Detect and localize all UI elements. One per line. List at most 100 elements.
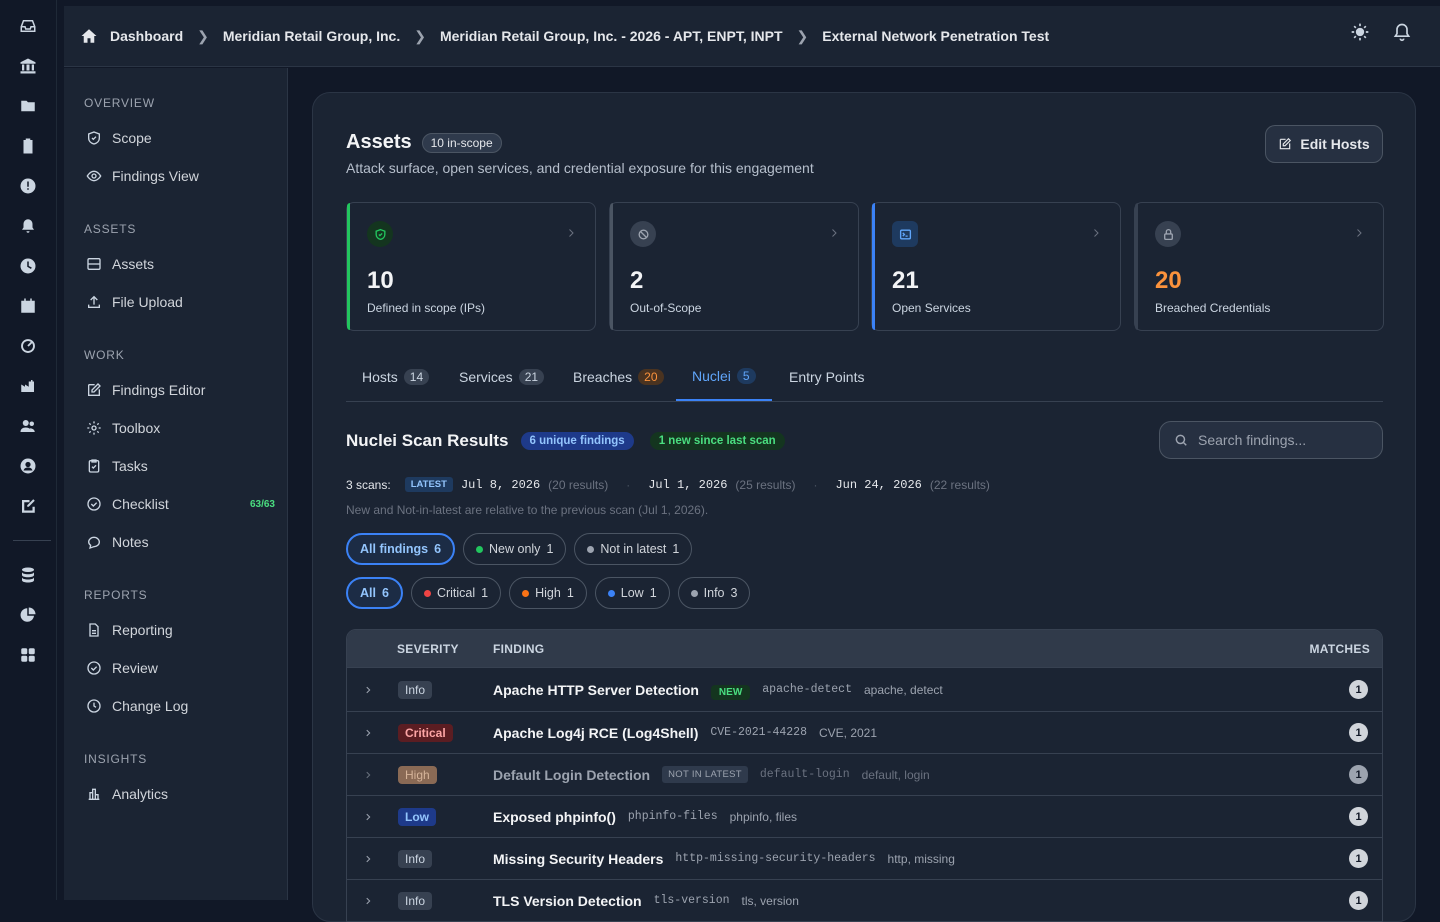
sun-icon[interactable] xyxy=(1350,22,1370,42)
match-count: 1 xyxy=(1349,680,1368,699)
table-row[interactable]: Critical Apache Log4j RCE (Log4Shell) CVE… xyxy=(347,711,1382,753)
tab-services[interactable]: Services 21 xyxy=(443,353,560,401)
sidebar: OVERVIEW Scope Findings View ASSETS Asse… xyxy=(64,68,288,900)
breadcrumb-dashboard[interactable]: Dashboard xyxy=(110,28,183,44)
chip-count: 3 xyxy=(730,586,738,600)
stat-card-breached-credentials[interactable]: 20 Breached Credentials xyxy=(1134,202,1384,331)
scan-date[interactable]: Jul 8, 2026 xyxy=(461,478,540,492)
search-box[interactable] xyxy=(1159,421,1383,459)
filter-not-in-latest[interactable]: Not in latest 1 xyxy=(574,533,693,565)
table-row[interactable]: Info Apache HTTP Server Detection NEW apac… xyxy=(347,667,1382,711)
tab-breaches[interactable]: Breaches 20 xyxy=(557,353,680,401)
sidebar-section-insights: INSIGHTS xyxy=(84,752,148,766)
filter-low[interactable]: Low 1 xyxy=(594,577,670,609)
search-input[interactable] xyxy=(1198,432,1368,448)
separator-dot: · xyxy=(813,477,818,492)
scan-date[interactable]: Jul 1, 2026 xyxy=(648,478,727,492)
sidebar-item-file-upload[interactable]: File Upload xyxy=(86,288,275,316)
sidebar-item-tasks[interactable]: Tasks xyxy=(86,452,275,480)
sidebar-item-label: Scope xyxy=(112,130,152,146)
template-id: phpinfo-files xyxy=(627,810,718,823)
chevron-right-icon[interactable] xyxy=(363,685,373,695)
chevron-right-icon[interactable] xyxy=(363,728,373,738)
tab-entry-points[interactable]: Entry Points xyxy=(773,353,880,401)
card-accent-bar xyxy=(872,203,875,330)
inbox-icon[interactable] xyxy=(17,15,39,37)
pie-chart-icon[interactable] xyxy=(17,604,39,626)
severity-badge: High xyxy=(398,765,437,784)
col-finding[interactable]: FINDING xyxy=(493,642,544,656)
user-circle-icon[interactable] xyxy=(17,455,39,477)
filter-all-severity[interactable]: All 6 xyxy=(346,577,403,609)
sidebar-item-analytics[interactable]: Analytics xyxy=(86,780,275,808)
calendar-icon[interactable] xyxy=(17,295,39,317)
folder-icon[interactable] xyxy=(17,95,39,117)
stat-label: Out-of-Scope xyxy=(630,301,702,315)
sidebar-item-reporting[interactable]: Reporting xyxy=(86,616,275,644)
tab-hosts[interactable]: Hosts 14 xyxy=(346,353,445,401)
scan-date[interactable]: Jun 24, 2026 xyxy=(835,478,921,492)
table-row[interactable]: Low Exposed phpinfo() phpinfo-files phpinf… xyxy=(347,795,1382,837)
sidebar-item-notes[interactable]: Notes xyxy=(86,528,275,556)
col-severity[interactable]: SEVERITY xyxy=(397,642,459,656)
clock-icon[interactable] xyxy=(17,255,39,277)
database-icon[interactable] xyxy=(17,564,39,586)
bank-icon[interactable] xyxy=(17,55,39,77)
tab-count: 20 xyxy=(638,369,664,385)
breadcrumb-client[interactable]: Meridian Retail Group, Inc. xyxy=(223,28,400,44)
clipboard-icon[interactable] xyxy=(17,135,39,157)
alert-icon[interactable] xyxy=(17,175,39,197)
factory-icon[interactable] xyxy=(17,375,39,397)
chevron-right-icon[interactable] xyxy=(363,812,373,822)
stat-value: 20 xyxy=(1155,267,1182,294)
gray-dot-icon xyxy=(690,589,698,597)
sidebar-item-findings-view[interactable]: Findings View xyxy=(86,162,275,190)
table-header: SEVERITY FINDING MATCHES xyxy=(347,630,1382,667)
breadcrumb-project[interactable]: Meridian Retail Group, Inc. - 2026 - APT… xyxy=(440,28,783,44)
tab-nuclei[interactable]: Nuclei 5 xyxy=(676,353,772,401)
edit-doc-icon[interactable] xyxy=(17,495,39,517)
radar-icon[interactable] xyxy=(17,335,39,357)
sidebar-item-scope[interactable]: Scope xyxy=(86,124,275,152)
chevron-right-icon[interactable] xyxy=(363,854,373,864)
table-row[interactable]: High Default Login Detection NOT IN LATES… xyxy=(347,753,1382,795)
chip-count: 1 xyxy=(672,542,680,556)
eye-icon xyxy=(86,168,102,184)
chip-label: Not in latest xyxy=(600,542,667,556)
latest-badge: LATEST xyxy=(404,477,453,492)
sidebar-item-toolbox[interactable]: Toolbox xyxy=(86,414,275,442)
sidebar-item-assets[interactable]: Assets xyxy=(86,250,275,278)
filter-new-only[interactable]: New only 1 xyxy=(463,533,567,565)
chevron-right-icon[interactable] xyxy=(363,896,373,906)
table-row[interactable]: Info Missing Security Headers http-missin… xyxy=(347,837,1382,879)
sidebar-item-checklist[interactable]: Checklist 63/63 xyxy=(86,490,275,518)
gray-dot-icon xyxy=(587,545,595,553)
template-id: http-missing-security-headers xyxy=(675,852,876,865)
chip-count: 6 xyxy=(381,586,389,600)
gear-icon xyxy=(86,420,102,436)
table-row[interactable]: Info TLS Version Detection tls-version tls… xyxy=(347,879,1382,921)
stat-value: 2 xyxy=(630,267,644,294)
stat-card-out-of-scope[interactable]: 2 Out-of-Scope xyxy=(609,202,859,331)
stat-label: Defined in scope (IPs) xyxy=(367,301,486,315)
sidebar-item-change-log[interactable]: Change Log xyxy=(86,692,275,720)
sidebar-item-findings-editor[interactable]: Findings Editor xyxy=(86,376,275,404)
stat-card-open-services[interactable]: 21 Open Services xyxy=(871,202,1121,331)
filter-high[interactable]: High 1 xyxy=(509,577,587,609)
tab-label: Entry Points xyxy=(789,369,865,385)
bell-icon[interactable] xyxy=(17,215,39,237)
filter-all-findings[interactable]: All findings 6 xyxy=(346,533,456,565)
notification-bell-icon[interactable] xyxy=(1392,22,1412,42)
stat-card-in-scope[interactable]: 10 Defined in scope (IPs) xyxy=(346,202,596,331)
filter-info[interactable]: Info 3 xyxy=(677,577,751,609)
edit-hosts-button[interactable]: Edit Hosts xyxy=(1265,125,1383,163)
grid-icon[interactable] xyxy=(17,644,39,666)
users-icon[interactable] xyxy=(17,415,39,437)
document-icon xyxy=(86,622,102,638)
home-icon[interactable] xyxy=(80,27,98,45)
filter-critical[interactable]: Critical 1 xyxy=(410,577,502,609)
server-icon xyxy=(86,256,102,272)
sidebar-item-review[interactable]: Review xyxy=(86,654,275,682)
col-matches[interactable]: MATCHES xyxy=(1309,642,1370,656)
chevron-right-icon[interactable] xyxy=(363,770,373,780)
